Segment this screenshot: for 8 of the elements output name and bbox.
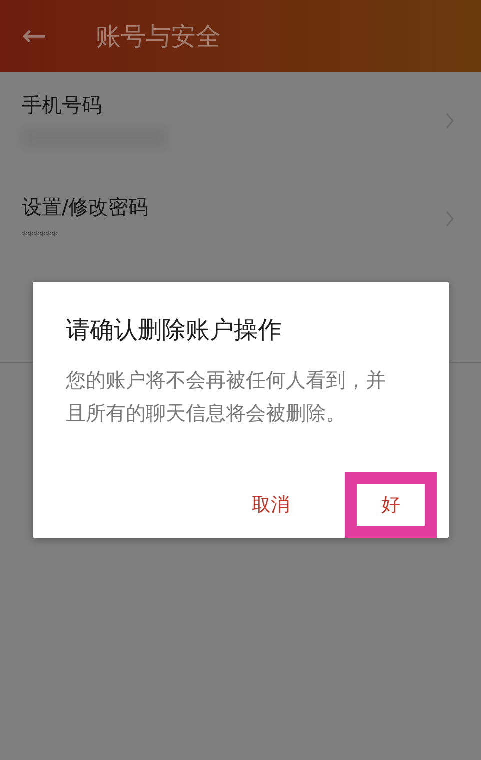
- dialog-message: 您的账户将不会再被任何人看到，并且所有的聊天信息将会被删除。: [66, 367, 387, 427]
- dialog-title: 请确认删除账户操作: [66, 315, 283, 346]
- dialog-button[interactable]: 好: [345, 472, 437, 538]
- back-button[interactable]: ←: [22, 18, 62, 54]
- page-title: 账号与安全: [96, 20, 221, 52]
- item-title: 手机号码: [22, 92, 103, 119]
- item-title: 设置/修改密码: [22, 194, 150, 221]
- item-value: ******: [22, 229, 59, 243]
